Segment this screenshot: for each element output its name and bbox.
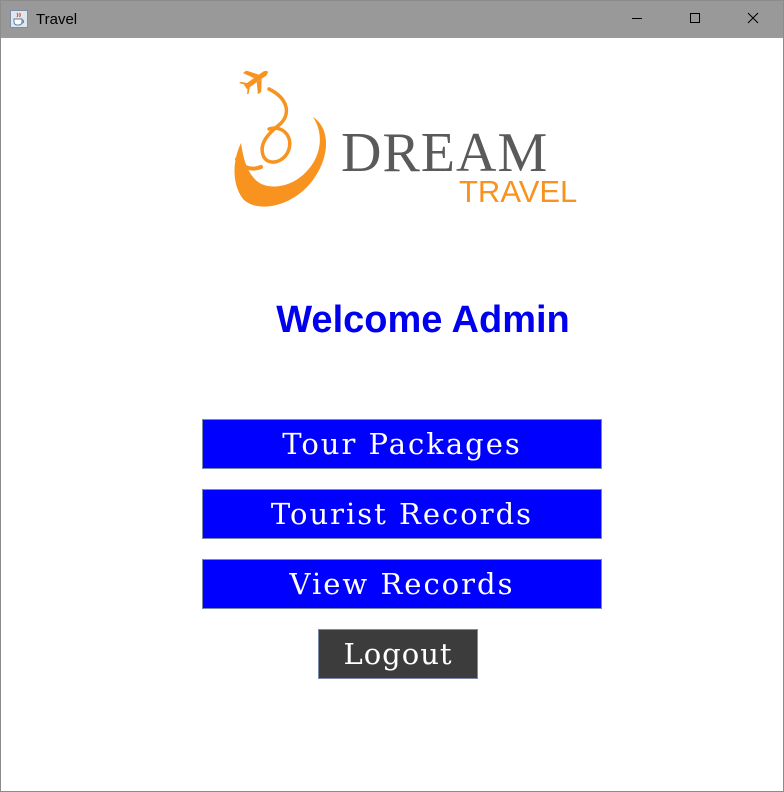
airplane-swirl-icon (234, 70, 327, 207)
tourist-records-button[interactable]: Tourist Records (202, 489, 602, 539)
title-bar[interactable]: Travel (1, 1, 783, 38)
welcome-heading: Welcome Admin (276, 299, 570, 341)
close-icon (747, 11, 759, 29)
window-title: Travel (36, 11, 78, 28)
minimize-button[interactable] (608, 1, 666, 38)
dream-travel-logo: DREAM TRAVEL (229, 63, 579, 213)
view-records-button[interactable]: View Records (202, 559, 602, 609)
logout-button[interactable]: Logout (318, 629, 478, 679)
logo-word-travel: TRAVEL (459, 174, 578, 209)
java-cup-icon (10, 10, 28, 28)
maximize-icon (689, 11, 701, 29)
close-button[interactable] (724, 1, 782, 38)
tour-packages-button[interactable]: Tour Packages (202, 419, 602, 469)
maximize-button[interactable] (666, 1, 724, 38)
app-window: Travel DREAM TRAVEL Welcome Admin Tour P… (0, 0, 784, 792)
minimize-icon (631, 11, 643, 29)
